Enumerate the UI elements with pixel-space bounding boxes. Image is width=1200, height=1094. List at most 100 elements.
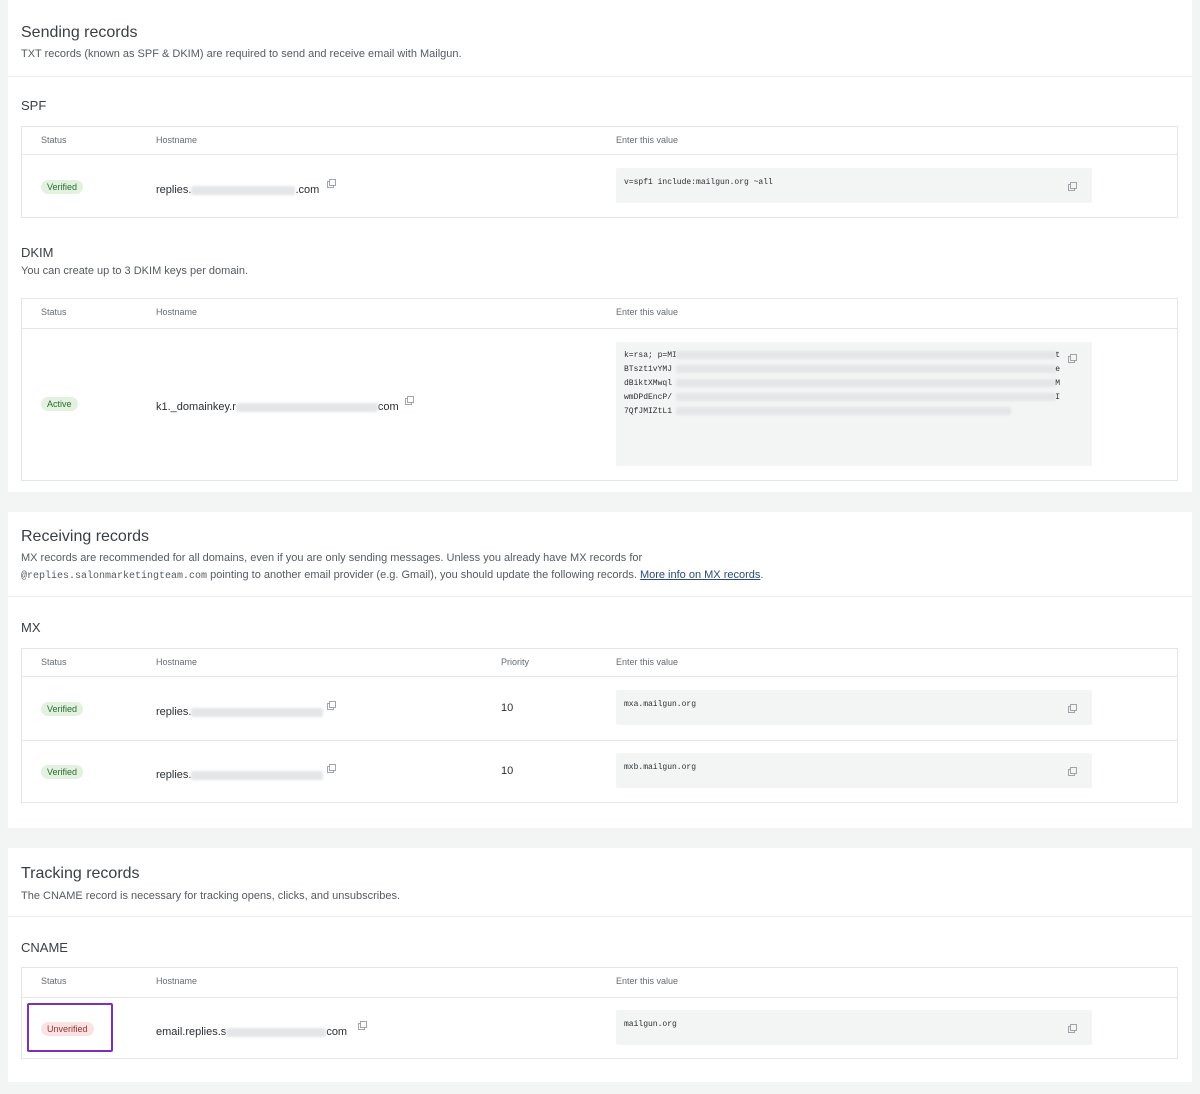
spf-table: Status Hostname Enter this value Verifie… <box>21 126 1178 218</box>
priority-value: 10 <box>501 702 514 714</box>
copy-icon[interactable] <box>1068 704 1077 713</box>
value-box: mxa.mailgun.org <box>616 690 1092 725</box>
hostname: email.replies.s com <box>156 1026 347 1038</box>
hostname-header: Hostname <box>156 657 198 667</box>
table-header: Status Hostname Enter this value <box>22 968 1177 998</box>
dkim-value-line: wmDPdEncP/ <box>624 393 673 402</box>
copy-icon[interactable] <box>327 764 336 773</box>
redacted-text <box>676 407 1011 415</box>
copy-icon[interactable] <box>405 396 414 405</box>
tracking-records-description: The CNAME record is necessary for tracki… <box>21 890 401 902</box>
divider <box>8 596 1192 597</box>
copy-icon[interactable] <box>327 701 336 710</box>
value-box: mxb.mailgun.org <box>616 753 1092 788</box>
hostname-prefix: replies. <box>156 769 192 781</box>
mx-title: MX <box>21 620 41 635</box>
description-text: pointing to another email provider (e.g.… <box>207 569 640 581</box>
status-badge: Verified <box>41 180 84 194</box>
dkim-value-line: BTszt1vYMJ <box>624 365 673 374</box>
divider <box>8 916 1192 917</box>
tracking-records-title: Tracking records <box>21 865 140 882</box>
record-value: mxb.mailgun.org <box>624 763 697 772</box>
record-value: v=spf1 include:mailgun.org ~all <box>624 178 773 187</box>
table-row: Active k1._domainkey.r com k=rsa; p=MI BT… <box>22 329 1177 481</box>
hostname-suffix: com <box>377 401 399 413</box>
hostname: replies. <box>156 706 324 718</box>
hostname: k1._domainkey.r com <box>156 401 399 413</box>
hostname-prefix: email.replies.s <box>156 1026 227 1038</box>
status-badge: Verified <box>41 702 84 716</box>
dkim-table: Status Hostname Enter this value Active … <box>21 298 1178 481</box>
hostname-header: Hostname <box>156 307 198 317</box>
dkim-value-line-end: t <box>1055 351 1060 360</box>
dkim-title: DKIM <box>21 245 54 260</box>
dkim-value-line: 7QfJMIZtL1 <box>624 407 673 416</box>
redacted-text <box>191 770 324 780</box>
priority-header: Priority <box>501 657 530 667</box>
redacted-text <box>191 185 296 195</box>
copy-icon[interactable] <box>1068 182 1077 191</box>
redacted-text <box>191 707 324 717</box>
dkim-value-line: dBiktXMwql <box>624 379 673 388</box>
record-value: mxa.mailgun.org <box>624 700 697 709</box>
dkim-value-line-end: I <box>1055 393 1060 402</box>
status-highlight-box <box>27 1003 113 1052</box>
status-badge: Verified <box>41 765 84 779</box>
value-header: Enter this value <box>616 657 679 667</box>
dkim-description: You can create up to 3 DKIM keys per dom… <box>21 265 249 277</box>
dkim-value-line-end: e <box>1055 365 1060 374</box>
priority-value: 10 <box>501 765 514 777</box>
copy-icon[interactable] <box>358 1021 367 1030</box>
spf-title: SPF <box>21 98 47 113</box>
receiving-records-description: MX records are recommended for all domai… <box>21 550 1171 585</box>
redacted-text <box>226 1027 327 1037</box>
hostname-header: Hostname <box>156 976 198 986</box>
sending-records-description: TXT records (known as SPF & DKIM) are re… <box>21 48 462 60</box>
receiving-records-title: Receiving records <box>21 528 150 545</box>
value-header: Enter this value <box>616 135 679 145</box>
status-header: Status <box>41 135 67 145</box>
table-header: Status Hostname Enter this value <box>22 127 1177 155</box>
table-header: Status Hostname Priority Enter this valu… <box>22 649 1177 677</box>
receiving-records-card: Receiving records MX records are recomme… <box>8 512 1192 828</box>
hostname-prefix: k1._domainkey.r <box>156 401 236 413</box>
hostname-suffix: com <box>326 1026 348 1038</box>
status-header: Status <box>41 657 67 667</box>
redacted-text <box>235 402 378 412</box>
hostname-header: Hostname <box>156 135 198 145</box>
value-box: mailgun.org <box>616 1010 1092 1045</box>
redacted-text <box>676 351 1056 359</box>
value-box: v=spf1 include:mailgun.org ~all <box>616 168 1092 203</box>
redacted-text <box>676 379 1056 387</box>
table-header: Status Hostname Enter this value <box>22 299 1177 329</box>
copy-icon[interactable] <box>327 179 336 188</box>
copy-icon[interactable] <box>1068 767 1077 776</box>
domain-name: @replies.salonmarketingteam.com <box>21 571 208 582</box>
table-row: Verified replies. 10 mxb.mailgun.org <box>22 741 1177 803</box>
sending-records-card: Sending records TXT records (known as SP… <box>8 0 1192 492</box>
copy-icon[interactable] <box>1068 1024 1077 1033</box>
hostname-prefix: replies. <box>156 706 192 718</box>
redacted-text <box>676 393 1056 401</box>
dkim-value-line: k=rsa; p=MI <box>624 351 677 360</box>
record-value: mailgun.org <box>624 1020 677 1029</box>
table-row: Unverified email.replies.s com mailgun.or… <box>22 998 1177 1059</box>
description-text: . <box>760 569 764 581</box>
status-header: Status <box>41 307 67 317</box>
mx-info-link[interactable]: More info on MX records <box>640 569 760 581</box>
cname-table: Status Hostname Enter this value Unverif… <box>21 967 1178 1059</box>
redacted-text <box>676 365 1056 373</box>
table-row: Verified replies. 10 mxa.mailgun.org <box>22 677 1177 740</box>
value-header: Enter this value <box>616 307 679 317</box>
copy-icon[interactable] <box>1068 354 1077 363</box>
status-header: Status <box>41 976 67 986</box>
divider <box>8 76 1192 77</box>
dkim-value-line-end: M <box>1055 379 1060 388</box>
hostname-prefix: replies. <box>156 184 192 196</box>
cname-title: CNAME <box>21 940 68 955</box>
value-header: Enter this value <box>616 976 679 986</box>
table-row: Verified replies. .com v=spf1 include:mai… <box>22 155 1177 218</box>
hostname: replies. .com <box>156 184 319 196</box>
tracking-records-card: Tracking records The CNAME record is nec… <box>8 848 1192 1082</box>
sending-records-title: Sending records <box>21 24 138 41</box>
